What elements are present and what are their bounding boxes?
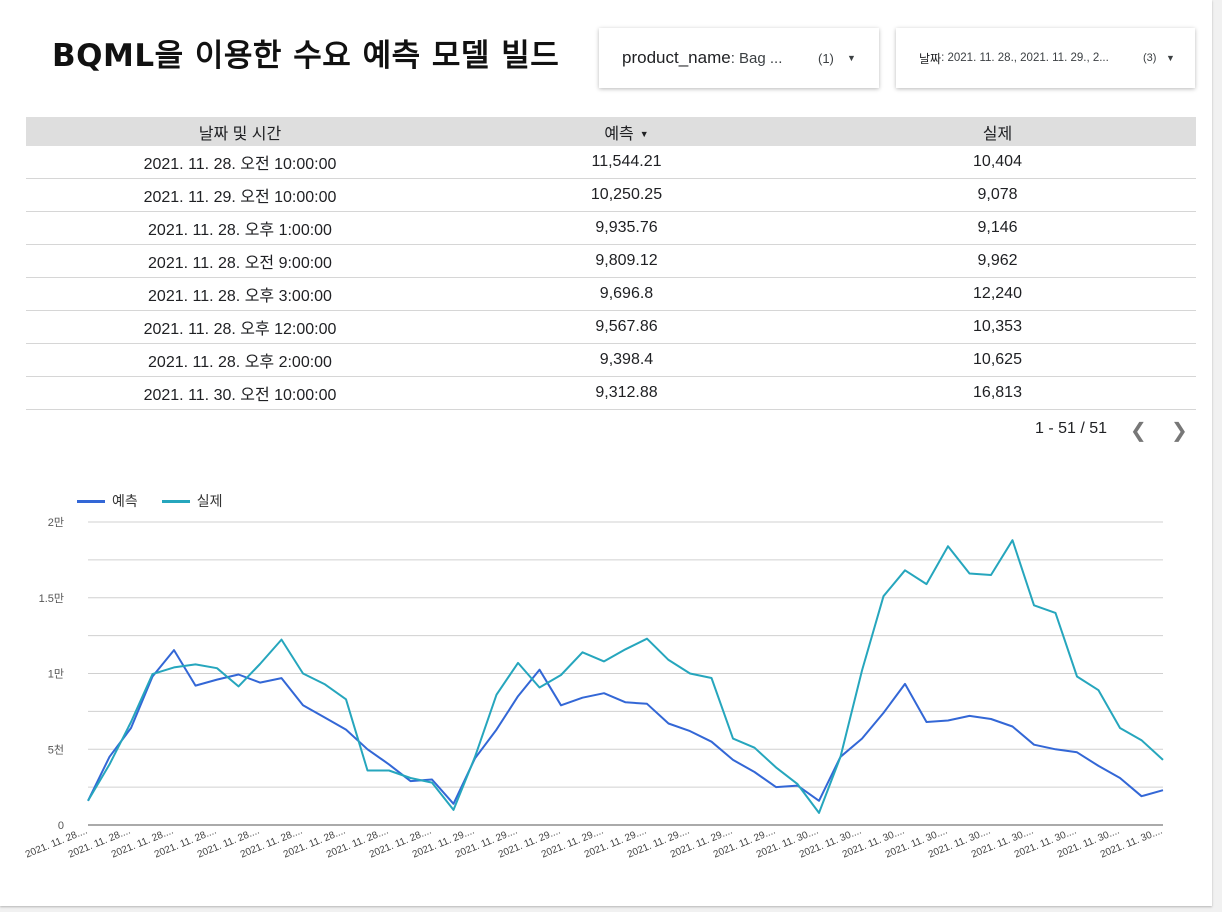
- actual-series-line: [87, 539, 1164, 814]
- y-tick-label: 5천: [48, 742, 64, 756]
- y-tick-label: 1.5만: [39, 592, 64, 605]
- y-tick-label: 0: [58, 820, 64, 832]
- y-tick-label: 1만: [48, 668, 64, 681]
- time-series-chart: 05천1만1.5만2만2021. 11. 28....2021. 11. 28.…: [24, 516, 1164, 860]
- report-page: BQML을 이용한 수요 예측 모델 빌드 product_name : Bag…: [0, 0, 1212, 906]
- y-tick-label: 2만: [48, 516, 64, 529]
